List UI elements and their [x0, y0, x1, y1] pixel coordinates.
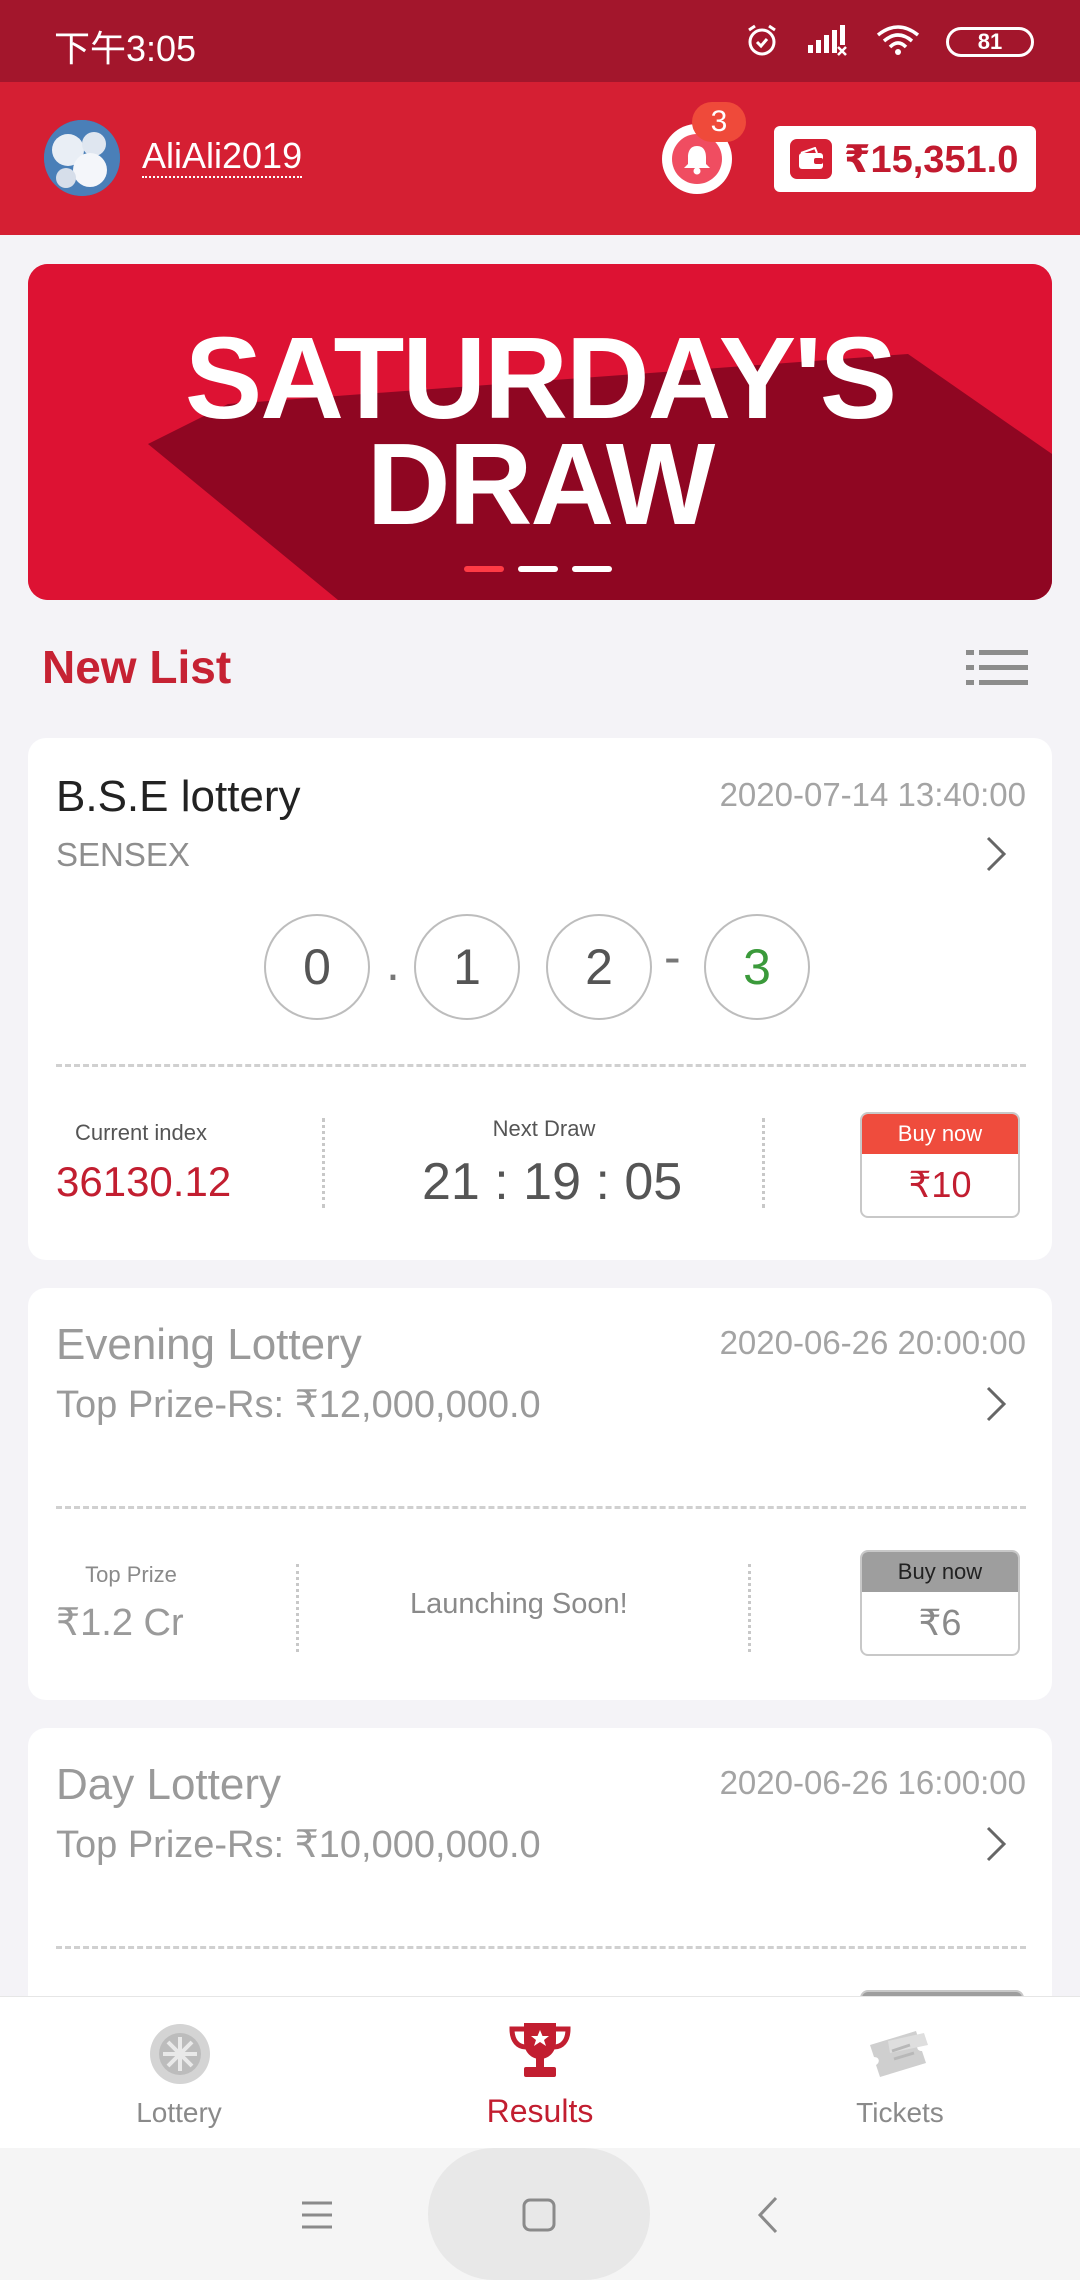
card-title: B.S.E lottery: [56, 772, 301, 821]
nav-tab-tickets[interactable]: Tickets: [750, 1997, 1050, 2149]
system-navigation-bar: [0, 2148, 1080, 2280]
card-date: 2020-07-14 13:40:00: [719, 776, 1026, 813]
wallet-amount: ₹15,351.0: [844, 138, 1019, 181]
card-date: 2020-06-26 20:00:00: [719, 1324, 1026, 1361]
nav-label: Results: [486, 2093, 594, 2129]
status-icons: 81: [744, 22, 1034, 62]
nav-tab-results[interactable]: Results: [390, 1997, 690, 2149]
next-draw-label: Next Draw: [492, 1116, 596, 1141]
card-date: 2020-06-26 16:00:00: [719, 1764, 1026, 1801]
ticket-price: ₹10: [908, 1164, 972, 1205]
divider: [296, 1564, 299, 1652]
menu-icon[interactable]: [300, 2200, 334, 2230]
buy-now-label: Buy now: [862, 1552, 1018, 1592]
bottom-navigation: Lottery Results Tickets: [0, 1996, 1080, 2149]
buy-now-label: Buy now: [862, 1114, 1018, 1154]
divider: [322, 1118, 325, 1208]
lottery-card-day[interactable]: Day Lottery 2020-06-26 16:00:00 Top Priz…: [28, 1728, 1052, 2028]
result-ball-special: 3: [704, 914, 810, 1020]
divider: [56, 1506, 1026, 1509]
divider: [56, 1064, 1026, 1067]
buy-now-button[interactable]: Buy now ₹6: [860, 1550, 1020, 1656]
lottery-card-evening[interactable]: Evening Lottery 2020-06-26 20:00:00 Top …: [28, 1288, 1052, 1700]
nav-tab-lottery[interactable]: Lottery: [29, 1997, 329, 2149]
card-title: Day Lottery: [56, 1760, 281, 1809]
home-icon[interactable]: [522, 2198, 556, 2232]
carousel-dot[interactable]: [572, 566, 612, 572]
divider: [56, 1946, 1026, 1949]
wallet-balance-button[interactable]: ₹15,351.0: [774, 126, 1036, 192]
signal-icon: [806, 23, 850, 62]
status-time: 下午3:05: [54, 28, 197, 69]
result-ball: 2: [546, 914, 652, 1020]
back-icon[interactable]: [756, 2196, 780, 2234]
lottery-card-bse[interactable]: B.S.E lottery 2020-07-14 13:40:00 SENSEX…: [28, 738, 1052, 1260]
card-top-prize: Top Prize-Rs: ₹12,000,000.0: [56, 1384, 541, 1426]
top-prize-label: Top Prize: [85, 1562, 177, 1587]
status-bar: 下午3:05 81: [0, 0, 1080, 82]
battery-icon: 81: [946, 27, 1034, 57]
ball-separator: -: [664, 929, 681, 985]
chevron-right-icon[interactable]: [980, 1824, 1012, 1864]
username-link[interactable]: AliAli2019: [142, 136, 303, 178]
alarm-icon: [744, 22, 780, 63]
current-index-label: Current index: [74, 1120, 208, 1145]
promo-banner[interactable]: SATURDAY'S DRAW: [28, 264, 1052, 600]
card-top-prize: Top Prize-Rs: ₹10,000,000.0: [56, 1824, 541, 1866]
result-ball: 1: [414, 914, 520, 1020]
avatar[interactable]: [44, 120, 120, 196]
ticket-price: ₹6: [918, 1602, 962, 1643]
wifi-icon: [876, 23, 920, 62]
notification-badge: 3: [692, 102, 746, 142]
tickets-icon: [870, 2031, 928, 2077]
banner-title-line1: SATURDAY'S: [184, 313, 897, 443]
result-ball: 0: [264, 914, 370, 1020]
wallet-icon: [790, 139, 832, 179]
app-header: AliAli2019 3 ₹15,351.0: [0, 82, 1080, 235]
trophy-icon: [509, 2023, 571, 2077]
nav-label: Tickets: [856, 2097, 944, 2128]
banner-title-line2: DRAW: [366, 419, 715, 549]
section-title: New List: [42, 641, 232, 693]
carousel-indicator: [464, 566, 612, 572]
ball-separator: .: [386, 935, 400, 991]
current-index-value: 36130.12: [56, 1158, 232, 1205]
buy-now-button[interactable]: Buy now ₹10: [860, 1112, 1020, 1218]
carousel-dot[interactable]: [464, 566, 504, 572]
top-prize-value: ₹1.2 Cr: [56, 1602, 184, 1644]
card-title: Evening Lottery: [56, 1320, 362, 1369]
carousel-dot[interactable]: [518, 566, 558, 572]
chevron-right-icon[interactable]: [980, 1384, 1012, 1424]
launching-soon-text: Launching Soon!: [410, 1588, 628, 1620]
nav-label: Lottery: [136, 2097, 222, 2128]
card-subtitle: SENSEX: [56, 836, 190, 873]
divider: [762, 1118, 765, 1208]
list-view-icon[interactable]: [966, 648, 1028, 688]
chevron-right-icon[interactable]: [980, 834, 1012, 874]
divider: [748, 1564, 751, 1652]
lottery-ball-icon: [150, 2024, 210, 2084]
next-draw-countdown: 21 : 19 : 05: [422, 1153, 683, 1211]
